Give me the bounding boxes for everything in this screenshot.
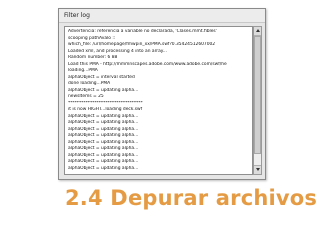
scroll-up-button[interactable] (254, 27, 261, 36)
slide-title: 2.4 Depurar archivos (65, 186, 318, 210)
output-window: Filter log Advertencia: referencia a var… (58, 8, 266, 180)
scroll-down-button[interactable] (254, 165, 261, 174)
log-output-area[interactable]: Advertencia: referencia a variable no de… (64, 26, 253, 175)
scroll-thumb[interactable] (254, 36, 261, 154)
output-toolbar: Filter log (59, 9, 265, 23)
vertical-scrollbar[interactable] (253, 26, 262, 175)
arrow-down-icon (255, 168, 260, 171)
filter-log-menu[interactable]: Filter log (64, 12, 90, 19)
log-line: alphaObject = updating alpha... (68, 165, 139, 171)
arrow-up-icon (255, 29, 260, 32)
